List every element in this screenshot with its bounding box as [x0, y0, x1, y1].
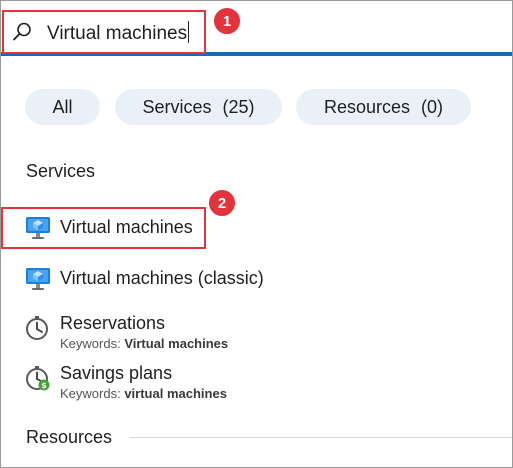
savings-plans-icon: $	[26, 366, 50, 391]
result-keywords: Keywords: Virtual machines	[60, 336, 228, 352]
result-reservations[interactable]: Reservations Keywords: Virtual machines	[25, 311, 265, 353]
result-title: Reservations	[60, 313, 166, 333]
filter-services-count: (25)	[222, 96, 255, 117]
section-header-services: Services	[26, 161, 96, 181]
section-divider	[130, 437, 512, 438]
step-badge-1: 1	[212, 6, 242, 36]
keywords-label: Keywords:	[60, 386, 121, 401]
filter-resources-label: Resources	[323, 96, 411, 117]
filter-all-label: All	[52, 96, 73, 117]
keywords-value: Virtual machines	[124, 336, 229, 351]
filter-resources-count: (0)	[421, 96, 444, 117]
result-virtual-machines[interactable]: Virtual machines	[25, 215, 205, 243]
section-header-resources: Resources	[26, 427, 113, 447]
result-title: Savings plans	[60, 363, 173, 383]
filter-services[interactable]: Services (25)	[115, 89, 282, 125]
result-virtual-machines-classic[interactable]: Virtual machines (classic)	[25, 266, 285, 294]
result-keywords: Keywords: virtual machines	[60, 386, 227, 402]
step-badge-2: 2	[207, 188, 237, 218]
keywords-label: Keywords:	[60, 336, 121, 351]
virtual-machine-icon	[26, 217, 50, 239]
svg-text:$: $	[41, 381, 47, 390]
search-input-highlight	[2, 10, 206, 54]
result-title: Virtual machines	[60, 217, 193, 237]
keywords-value: virtual machines	[124, 386, 227, 401]
result-title: Virtual machines (classic)	[60, 268, 264, 288]
reservations-clock-icon	[26, 316, 48, 340]
result-savings-plans[interactable]: $ Savings plans Keywords: virtual machin…	[25, 361, 265, 403]
virtual-machine-classic-icon	[26, 268, 50, 290]
filter-resources[interactable]: Resources (0)	[296, 89, 471, 125]
filter-services-label: Services	[142, 96, 212, 117]
filter-all[interactable]: All	[25, 89, 100, 125]
